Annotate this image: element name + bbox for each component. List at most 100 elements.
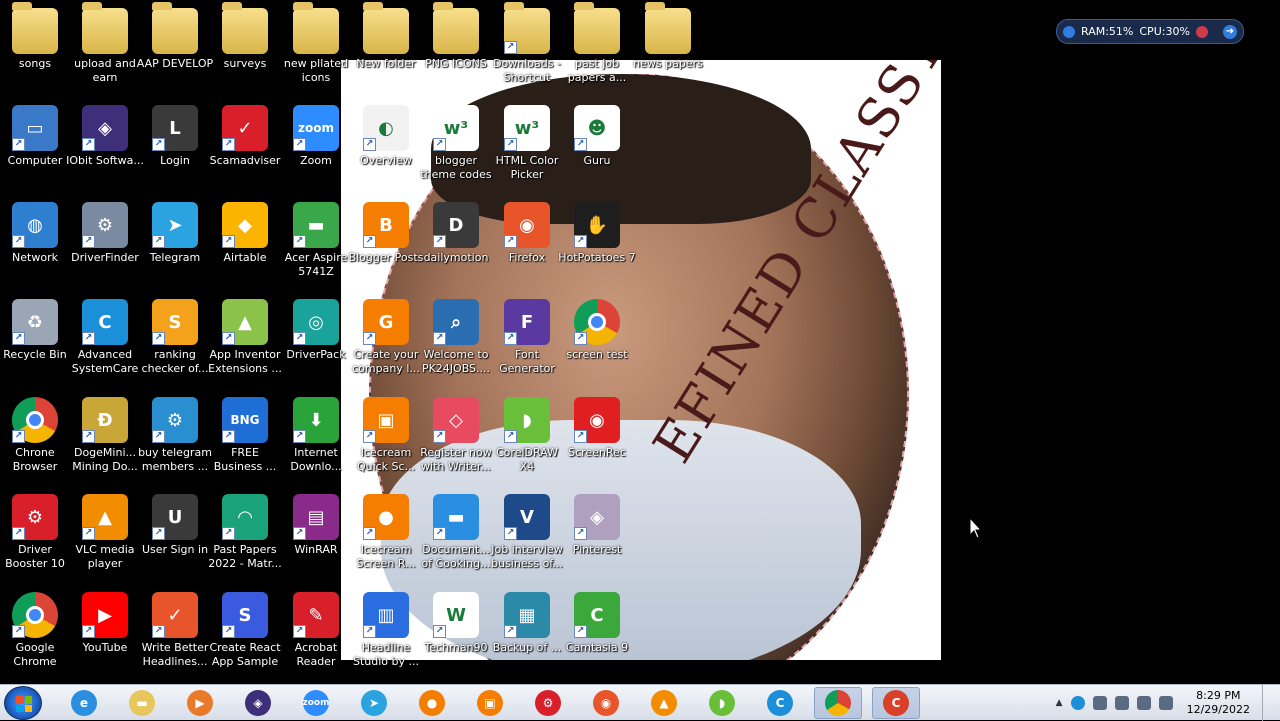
desktop-icon[interactable]: ◐ ↗ Overview — [351, 105, 421, 201]
taskbar-button[interactable]: ⚙ — [524, 687, 572, 719]
show-hidden-icons-icon[interactable]: ▲ — [1056, 698, 1063, 708]
taskbar-button[interactable]: ▶ — [176, 687, 224, 719]
desktop-icon[interactable]: surveys — [210, 2, 280, 104]
arrow-right-icon[interactable]: ➜ — [1223, 24, 1237, 39]
desktop-icon[interactable]: ⚙ ↗ Driver Booster 10 — [0, 494, 70, 590]
taskbar-button[interactable]: e — [60, 687, 108, 719]
desktop-icon[interactable]: W ↗ Techman90 — [421, 592, 491, 684]
desktop-icon[interactable]: songs — [0, 2, 70, 104]
desktop-icon[interactable]: ◈ ↗ Pinterest — [562, 494, 632, 590]
desktop-icon[interactable]: ● ↗ Icecream Screen R... — [351, 494, 421, 590]
desktop-icon[interactable]: ▭ ↗ Computer — [0, 105, 70, 201]
taskbar-button[interactable]: C — [872, 687, 920, 719]
desktop-icon[interactable]: ◠ ↗ Past Papers 2022 - Matr... — [208, 494, 282, 590]
desktop-icon[interactable]: ▥ ↗ Headline Studio by ... — [351, 592, 421, 684]
desktop-icon[interactable]: V ↗ Job interview business of... — [491, 494, 563, 590]
taskbar-button[interactable]: ▲ — [640, 687, 688, 719]
desktop-icon[interactable]: C ↗ Advanced SystemCare — [70, 299, 140, 395]
desktop-icon[interactable]: ⚙ ↗ DriverFinder — [70, 202, 140, 298]
desktop-icon[interactable]: ◈ ↗ IObit Softwa... — [66, 105, 144, 201]
desktop-icon[interactable]: ◗ ↗ CorelDRAW X4 — [492, 397, 562, 493]
desktop-icon[interactable]: w³ ↗ HTML Color Picker — [492, 105, 562, 201]
taskbar-button[interactable]: ▬ — [118, 687, 166, 719]
headline-studio-icon: ▥ ↗ — [363, 592, 409, 638]
desktop-icon[interactable]: Ð ↗ DogeMini... Mining Do... — [70, 397, 140, 493]
guru-icon: ☻ ↗ — [574, 105, 620, 151]
taskbar-button[interactable]: ◉ — [582, 687, 630, 719]
desktop-icon[interactable]: AAP DEVELOP — [137, 2, 213, 104]
desktop-icon[interactable]: U ↗ User Sign in — [140, 494, 210, 590]
show-desktop-button[interactable] — [1262, 685, 1272, 721]
desktop-icon[interactable]: BNG ↗ FREE Business ... — [210, 397, 280, 493]
desktop-icon[interactable]: D ↗ dailymotion — [421, 202, 491, 298]
desktop-icon[interactable]: PNG ICONS — [421, 2, 491, 104]
desktop-icon[interactable]: B ↗ Blogger Posts — [349, 202, 423, 298]
desktop-icon[interactable]: C ↗ Camtasia 9 — [562, 592, 632, 684]
desktop-icon[interactable]: ✎ ↗ Acrobat Reader — [281, 592, 351, 684]
tray-app-icon[interactable] — [1114, 696, 1129, 710]
desktop-icon-label: dailymotion — [423, 251, 489, 264]
desktop-icon[interactable]: ⌕ ↗ Welcome to PK24JOBS.... — [421, 299, 491, 395]
desktop-icon[interactable]: ◍ ↗ Network — [0, 202, 70, 298]
desktop-icon-label: past job papers a... — [567, 57, 627, 84]
taskbar-button[interactable]: ➤ — [350, 687, 398, 719]
action-center-flag-icon[interactable] — [1092, 696, 1107, 710]
desktop-icon[interactable]: S ↗ ranking checker of... — [140, 299, 210, 395]
desktop-icon[interactable]: ⚙ ↗ buy telegram members ... — [138, 397, 212, 493]
desktop-icon[interactable]: ▬ ↗ Document... of Cooking... — [421, 494, 491, 590]
desktop-icon[interactable]: ▤ ↗ WinRAR — [281, 494, 351, 590]
taskbar-button[interactable]: zoom — [292, 687, 340, 719]
desktop-icon-label: PNG ICONS — [425, 57, 487, 70]
network-status-icon[interactable] — [1136, 696, 1151, 710]
desktop-icon[interactable]: zoom ↗ Zoom — [281, 105, 351, 201]
desktop-icon[interactable]: S ↗ Create React App Sample — [209, 592, 281, 684]
system-monitor-widget[interactable]: RAM:51% CPU:30% ➜ — [1056, 19, 1244, 44]
desktop-icon[interactable]: ▲ ↗ VLC media player — [70, 494, 140, 590]
desktop-icon[interactable]: ↗ screen test — [562, 299, 632, 395]
desktop-icon[interactable]: ◎ ↗ DriverPack — [281, 299, 351, 395]
desktop-icon[interactable]: ⬇ ↗ Internet Downlo... — [281, 397, 351, 493]
desktop-icon[interactable]: ✋ ↗ HotPotatoes 7 — [558, 202, 636, 298]
headlines-icon: ✓ ↗ — [152, 592, 198, 638]
cleaner-icon[interactable] — [1195, 25, 1208, 38]
desktop-icon[interactable]: news papers — [633, 2, 703, 104]
desktop-icon[interactable]: ◉ ↗ ScreenRec — [562, 397, 632, 493]
desktop-icon[interactable]: ✓ ↗ Scamadviser — [210, 105, 280, 201]
taskbar-button[interactable]: C — [756, 687, 804, 719]
desktop-icon[interactable]: ♻ ↗ Recycle Bin — [0, 299, 70, 395]
taskbar-button[interactable]: ◗ — [698, 687, 746, 719]
desktop-icon[interactable]: ➤ ↗ Telegram — [140, 202, 210, 298]
desktop-icon[interactable]: L ↗ Login — [140, 105, 210, 201]
desktop-icon[interactable]: ▶ ↗ YouTube — [70, 592, 140, 684]
taskbar-button[interactable]: ▣ — [466, 687, 514, 719]
taskbar-button[interactable] — [814, 687, 862, 719]
desktop-icon[interactable]: past job papers a... — [562, 2, 632, 104]
taskbar-button[interactable]: ● — [408, 687, 456, 719]
desktop-icon[interactable]: ◉ ↗ Firefox — [492, 202, 562, 298]
tray-systemcare-icon[interactable] — [1070, 696, 1085, 710]
desktop-icon[interactable]: F ↗ Font Generator — [492, 299, 562, 395]
desktop-icon[interactable]: ☻ ↗ Guru — [562, 105, 632, 201]
taskbar-button[interactable]: ◈ — [234, 687, 282, 719]
taskbar-clock[interactable]: 8:29 PM 12/29/2022 — [1187, 689, 1250, 717]
desktop-icon[interactable]: ↗ Chrone Browser — [0, 397, 70, 493]
desktop-icon[interactable]: ▲ ↗ App Inventor Extensions ... — [208, 299, 282, 395]
taskbar-glyph: ⚙ — [542, 696, 554, 710]
desktop-icon[interactable]: ↗ Google Chrome — [0, 592, 70, 684]
start-button[interactable] — [4, 686, 42, 720]
volume-icon[interactable] — [1158, 696, 1173, 710]
desktop-icon[interactable]: ◇ ↗ Register now with Writer... — [420, 397, 492, 493]
desktop-icon[interactable]: ✓ ↗ Write Better Headlines... — [140, 592, 210, 684]
desktop-icon[interactable]: ◆ ↗ Airtable — [210, 202, 280, 298]
desktop-icon[interactable]: w³ ↗ blogger theme codes — [420, 105, 492, 201]
desktop-icon[interactable]: ↗ Downloads - Shortcut — [492, 2, 562, 104]
desktop-icon[interactable]: New folder — [351, 2, 421, 104]
desktop-icon[interactable]: G ↗ Create your company l... — [351, 299, 421, 395]
desktop-icon[interactable]: ▦ ↗ Backup of ... — [492, 592, 562, 684]
desktop-icon[interactable]: ▬↗ Acer Aspire 5741Z Drive... — [281, 202, 351, 298]
desktop-icon[interactable]: ▣ ↗ Icecream Quick Sc... — [351, 397, 421, 493]
desktop-icon[interactable]: new pllated icons — [281, 2, 351, 104]
icon-glyph: ● — [378, 506, 394, 528]
icon-glyph: W — [446, 604, 466, 626]
desktop-icon[interactable]: upload and earn — [70, 2, 140, 104]
